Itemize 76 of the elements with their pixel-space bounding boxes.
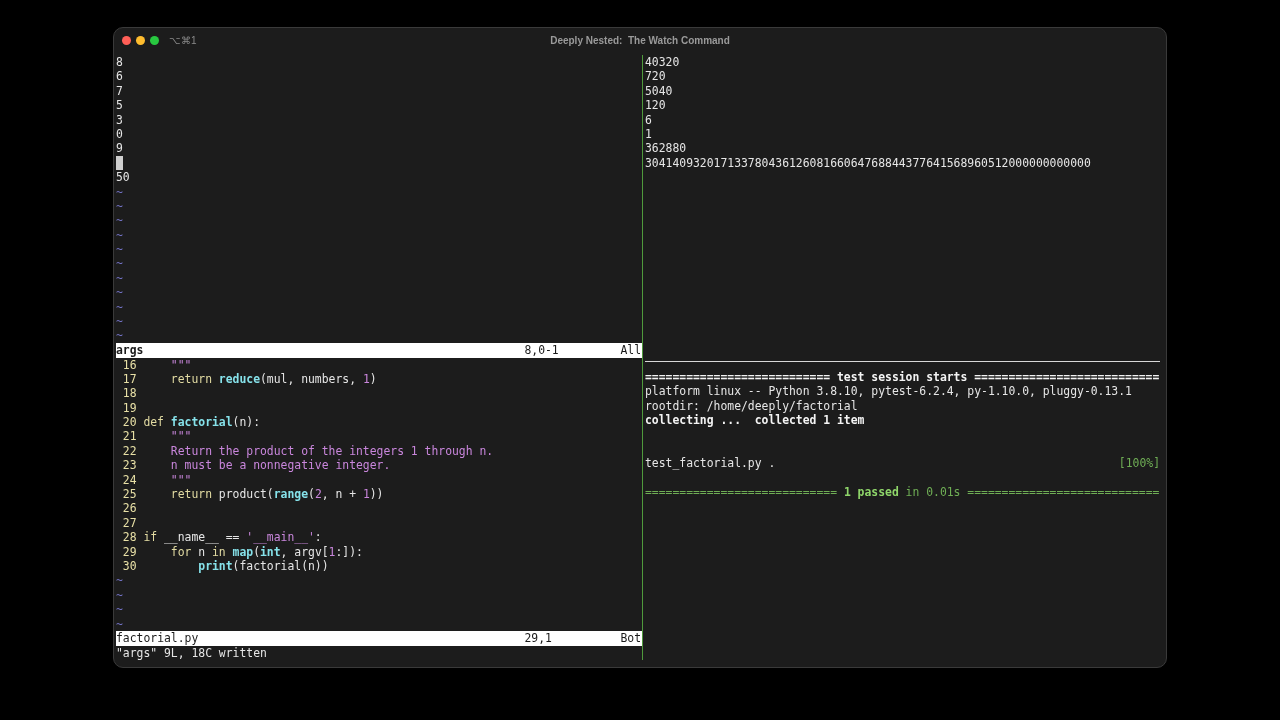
minimize-button[interactable] xyxy=(136,35,145,45)
empty-line-marker: ~ xyxy=(116,184,123,199)
empty-line-marker: ~ xyxy=(116,299,123,315)
empty-line-marker: ~ xyxy=(116,213,123,228)
code-line: for n in map(int, argv[1:]): xyxy=(169,544,363,559)
code-line: """ xyxy=(169,472,192,487)
code-line: """ xyxy=(169,357,192,372)
empty-line-marker: ~ xyxy=(116,270,123,286)
output-line: collecting ... collected 1 item xyxy=(645,413,865,428)
output-line: 40320 xyxy=(645,55,680,70)
line-number: 28 xyxy=(121,530,137,545)
line-number: 17 xyxy=(121,371,137,387)
line-number: 30 xyxy=(121,558,137,574)
empty-line-marker: ~ xyxy=(116,573,123,588)
code-line: n must be a nonnegative integer. xyxy=(169,458,391,473)
buffer-line: 9 xyxy=(116,141,123,156)
file-name: args xyxy=(116,343,145,358)
line-number: 20 xyxy=(121,415,137,430)
empty-line-marker: ~ xyxy=(116,227,123,243)
buffer-line: 6 xyxy=(116,69,123,84)
cursor-position: 8,0-1 xyxy=(524,343,560,358)
code-line: print(factorial(n)) xyxy=(197,558,329,574)
code-line: """ xyxy=(169,429,192,444)
empty-line-marker: ~ xyxy=(116,616,123,631)
buffer-line: 50 xyxy=(116,170,130,185)
line-number: 19 xyxy=(121,400,137,416)
scroll-position: All xyxy=(620,343,642,358)
line-number: 23 xyxy=(121,458,137,473)
progress-percent: [100%] xyxy=(1118,456,1160,471)
empty-line-marker: ~ xyxy=(116,285,123,300)
output-line: 120 xyxy=(645,98,666,113)
cursor-position: 29,1 xyxy=(524,631,553,646)
empty-line-marker: ~ xyxy=(116,602,123,617)
line-number: 16 xyxy=(121,357,137,372)
buffer-line: 7 xyxy=(116,83,123,99)
buffer-line: 5 xyxy=(116,98,123,113)
line-number: 21 xyxy=(121,429,137,444)
command-message: "args" 9L, 18C written xyxy=(116,645,267,660)
code-line: def factorial(n): xyxy=(143,415,260,430)
line-number: 24 xyxy=(121,472,137,487)
buffer-line: 8 xyxy=(116,55,123,70)
session-header: =========================== test session starts =========================== xyxy=(645,370,1160,385)
buffer-line: 3 xyxy=(116,112,123,127)
empty-line-marker: ~ xyxy=(116,328,123,343)
file-name: factorial.py xyxy=(116,631,200,646)
empty-line-marker: ~ xyxy=(116,256,123,271)
line-number: 27 xyxy=(121,515,137,531)
close-button[interactable] xyxy=(122,35,131,45)
line-number: 26 xyxy=(121,501,137,516)
code-line: if __name__ == '__main__': xyxy=(143,530,322,545)
line-number: 18 xyxy=(121,386,137,401)
output-line: 30414093201713378043612608166064768844377641568960512000000000000 xyxy=(645,155,1091,171)
tab-shortcut: ⌥⌘1 xyxy=(169,34,197,46)
output-line: 362880 xyxy=(645,141,687,156)
output-line: 1 xyxy=(645,126,652,142)
output-line: 5040 xyxy=(645,83,673,99)
line-number: 22 xyxy=(121,443,137,459)
empty-line-marker: ~ xyxy=(116,242,123,257)
scroll-position: Bot xyxy=(620,631,642,646)
window-title: Deeply Nested: The Watch Command xyxy=(550,34,730,46)
test-file-result: test_factorial.py . xyxy=(645,456,776,471)
empty-line-marker: ~ xyxy=(116,314,123,329)
zoom-button[interactable] xyxy=(150,35,159,45)
empty-line-marker: ~ xyxy=(116,587,123,603)
buffer-line: 0 xyxy=(116,126,123,142)
output-line: 6 xyxy=(645,112,652,127)
output-line: platform linux -- Python 3.8.10, pytest-6.2.4, py-1.10.0, pluggy-0.13.1 xyxy=(645,384,1132,399)
empty-line-marker: ~ xyxy=(116,198,123,214)
output-line: 720 xyxy=(645,69,666,84)
code-line: return reduce(mul, numbers, 1) xyxy=(169,371,377,387)
summary-line: ============================ 1 passed in 0.01s ============================ xyxy=(645,485,1160,500)
line-number: 29 xyxy=(121,544,137,559)
code-line: return product(range(2, n + 1)) xyxy=(169,487,384,502)
line-number: 25 xyxy=(121,487,137,502)
output-line: rootdir: /home/deeply/factorial xyxy=(645,398,858,414)
code-line: Return the product of the integers 1 through n. xyxy=(169,443,494,459)
